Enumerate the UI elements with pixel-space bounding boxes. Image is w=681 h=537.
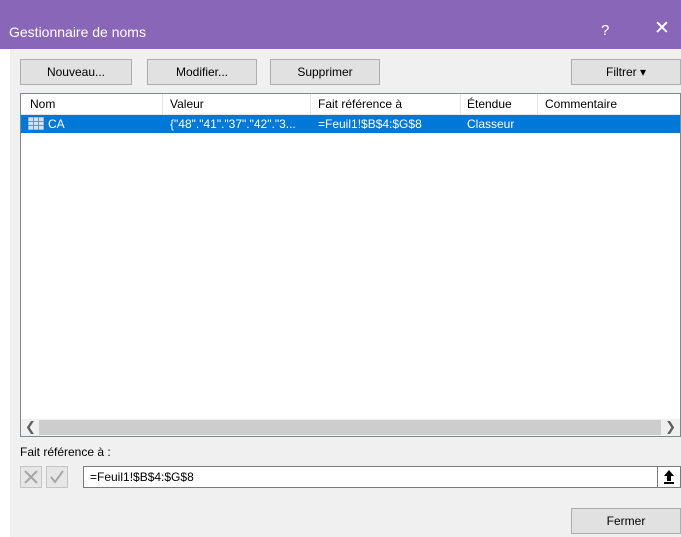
column-separator[interactable] xyxy=(537,94,538,114)
close-dialog-button[interactable]: Fermer xyxy=(571,508,681,534)
table-row[interactable]: CA {"48"."41"."37"."42"."3... =Feuil1!$B… xyxy=(21,115,680,133)
delete-button-label: Supprimer xyxy=(297,65,353,79)
scroll-left-icon[interactable]: ❮ xyxy=(25,419,36,435)
delete-button[interactable]: Supprimer xyxy=(270,59,380,85)
header-reference[interactable]: Fait référence à xyxy=(318,97,402,111)
header-commentaire[interactable]: Commentaire xyxy=(545,97,617,111)
named-range-icon xyxy=(28,117,44,130)
scroll-right-icon[interactable]: ❯ xyxy=(665,419,676,435)
modify-button-label: Modifier... xyxy=(175,65,229,79)
cancel-edit-icon[interactable] xyxy=(20,466,42,488)
range-select-button[interactable] xyxy=(657,466,681,488)
new-button[interactable]: Nouveau... xyxy=(20,59,132,85)
title-bar: Gestionnaire de noms ? ✕ xyxy=(0,0,681,49)
filter-button[interactable]: Filtrer ▾ xyxy=(571,59,681,85)
confirm-edit-icon[interactable] xyxy=(46,466,68,488)
modify-button[interactable]: Modifier... xyxy=(147,59,257,85)
list-header: Nom Valeur Fait référence à Étendue Comm… xyxy=(21,94,680,115)
new-button-label: Nouveau... xyxy=(46,65,106,79)
reference-label: Fait référence à : xyxy=(20,445,111,459)
column-separator[interactable] xyxy=(162,94,163,114)
header-valeur[interactable]: Valeur xyxy=(170,97,204,111)
reference-input[interactable] xyxy=(83,466,663,488)
scrollbar-thumb[interactable] xyxy=(39,420,661,435)
header-nom[interactable]: Nom xyxy=(30,97,55,111)
window-title: Gestionnaire de noms xyxy=(9,24,146,40)
column-separator[interactable] xyxy=(460,94,461,114)
help-button[interactable]: ? xyxy=(601,22,609,39)
cell-nom: CA xyxy=(48,117,65,131)
cell-reference: =Feuil1!$B$4:$G$8 xyxy=(318,117,422,131)
header-etendue[interactable]: Étendue xyxy=(467,97,512,111)
horizontal-scrollbar[interactable]: ❮ ❯ xyxy=(21,419,680,436)
filter-button-label: Filtrer ▾ xyxy=(605,65,647,79)
cell-etendue: Classeur xyxy=(467,117,515,131)
column-separator[interactable] xyxy=(310,94,311,114)
names-list[interactable]: Nom Valeur Fait référence à Étendue Comm… xyxy=(20,93,681,437)
upload-arrow-icon xyxy=(664,470,674,484)
cell-valeur: {"48"."41"."37"."42"."3... xyxy=(170,117,296,131)
close-button[interactable]: ✕ xyxy=(654,19,670,39)
close-dialog-button-label: Fermer xyxy=(606,514,646,528)
